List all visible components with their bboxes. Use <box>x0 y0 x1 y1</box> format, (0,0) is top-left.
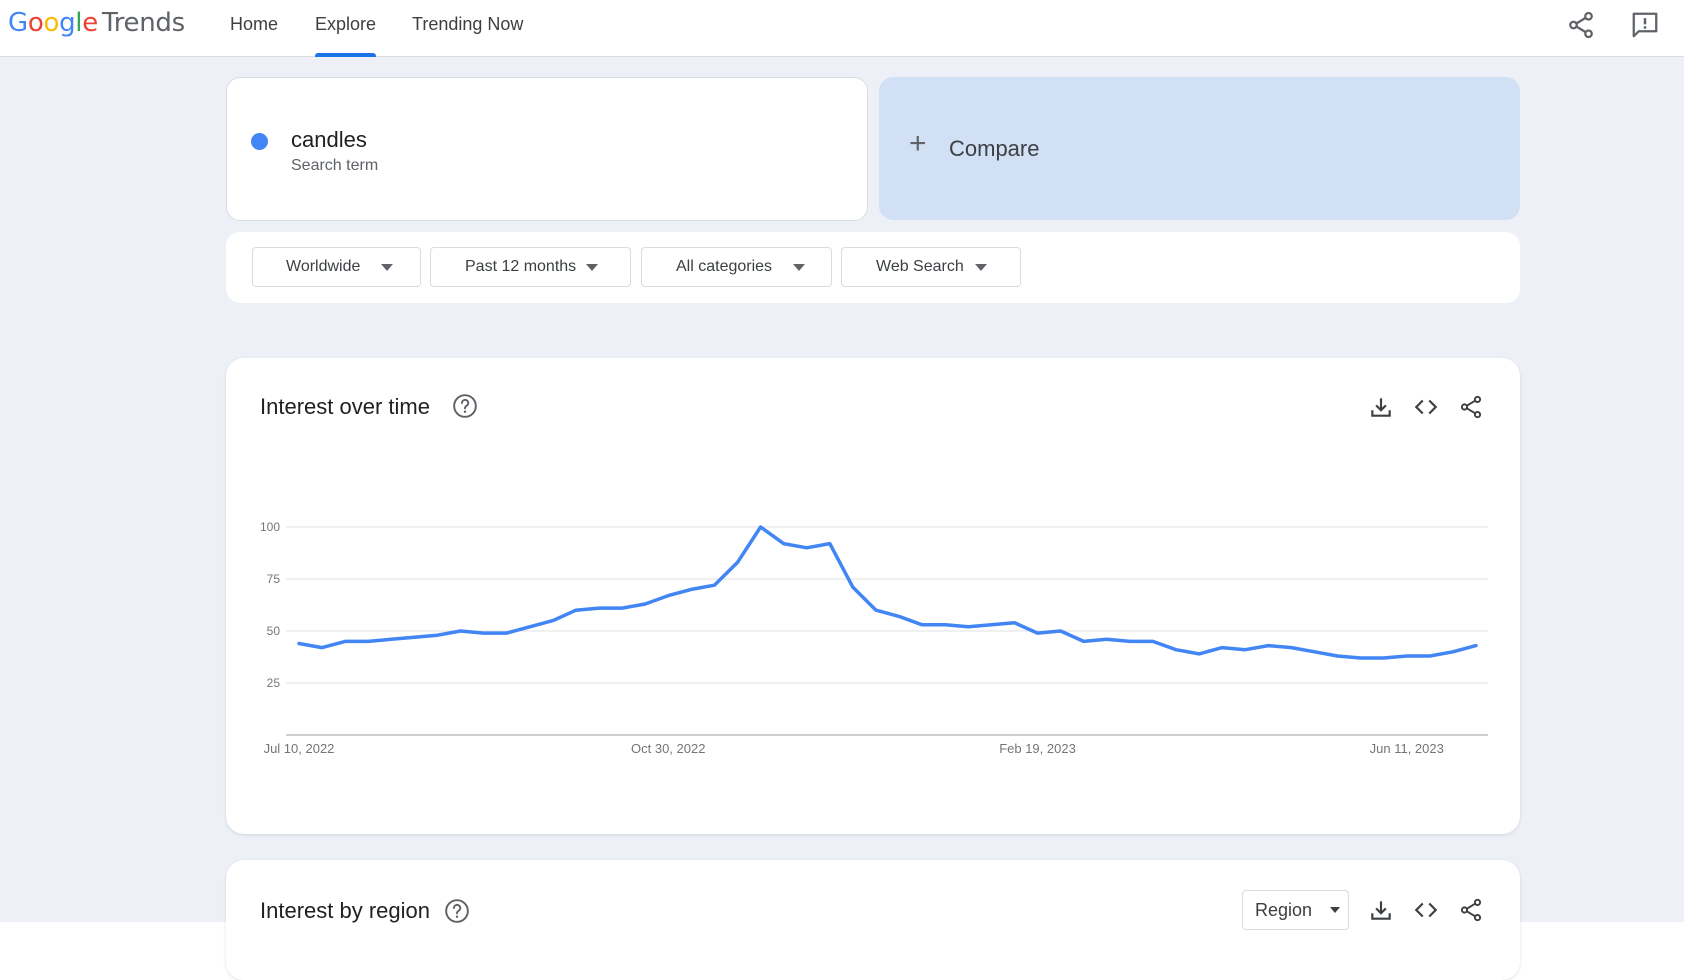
search-term-type: Search term <box>291 157 379 174</box>
dropdown-arrow-icon <box>975 264 987 271</box>
help-icon[interactable] <box>444 898 470 924</box>
y-tick-label: 50 <box>267 624 281 638</box>
logo-letter: G <box>8 8 28 38</box>
search-term-card[interactable]: candles Search term <box>226 77 868 221</box>
dropdown-arrow-icon <box>381 264 393 271</box>
x-tick-label: Oct 30, 2022 <box>631 741 705 756</box>
logo-letter: o <box>43 8 60 38</box>
top-app-bar: Google Trends Home Explore Trending Now <box>0 0 1684 57</box>
filter-label: Web Search <box>876 258 964 275</box>
plus-icon: + <box>909 127 927 160</box>
compare-button[interactable]: + Compare <box>879 77 1520 220</box>
google-trends-logo[interactable]: Google Trends <box>8 7 185 39</box>
y-tick-label: 25 <box>267 676 281 690</box>
tab-trending-now[interactable]: Trending Now <box>412 0 523 57</box>
x-tick-label: Feb 19, 2023 <box>999 741 1076 756</box>
embed-icon[interactable] <box>1413 897 1439 923</box>
x-tick-label: Jul 10, 2022 <box>264 741 335 756</box>
dropdown-arrow-icon <box>1330 907 1340 913</box>
compare-label: Compare <box>949 136 1040 161</box>
tab-explore[interactable]: Explore <box>315 0 377 57</box>
logo-letter: e <box>82 8 98 38</box>
filter-label: Worldwide <box>286 258 361 275</box>
y-tick-label: 75 <box>267 572 281 586</box>
search-term-name[interactable]: candles <box>291 127 367 153</box>
filter-label: All categories <box>676 258 773 275</box>
category-filter[interactable]: All categories <box>641 247 832 287</box>
time-range-filter[interactable]: Past 12 months <box>430 247 631 287</box>
interest-by-region-card: Interest by region Region <box>226 860 1520 980</box>
select-label: Region <box>1255 900 1313 920</box>
download-icon[interactable] <box>1368 897 1394 923</box>
share-icon[interactable] <box>1458 897 1484 923</box>
x-tick-label: Jun 11, 2023 <box>1370 741 1444 756</box>
dropdown-arrow-icon <box>793 264 805 271</box>
interest-over-time-card: Interest over time 25 50 75 100 Jul 10, 2022… <box>226 358 1520 834</box>
logo-product-name: Trends <box>101 8 185 38</box>
logo-letter: g <box>59 8 76 38</box>
filter-label: Past 12 months <box>465 258 577 275</box>
filter-bar: Worldwide Past 12 months All categories … <box>226 232 1520 303</box>
interest-over-time-chart: 25 50 75 100 Jul 10, 2022 Oct 30, 2022 Feb 19,… <box>260 520 1488 756</box>
interest-by-region-title: Interest by region <box>260 898 430 923</box>
dropdown-arrow-icon <box>586 264 598 271</box>
tab-home[interactable]: Home <box>230 0 278 57</box>
term-color-dot <box>251 133 268 150</box>
search-type-filter[interactable]: Web Search <box>841 247 1021 287</box>
feedback-icon[interactable] <box>1630 10 1660 40</box>
series-line-candles[interactable] <box>297 525 1478 660</box>
logo-letter: o <box>27 8 44 38</box>
location-filter[interactable]: Worldwide <box>252 247 421 287</box>
region-resolution-select[interactable]: Region <box>1242 890 1349 930</box>
share-icon[interactable] <box>1566 10 1596 40</box>
y-tick-label: 100 <box>260 520 280 534</box>
